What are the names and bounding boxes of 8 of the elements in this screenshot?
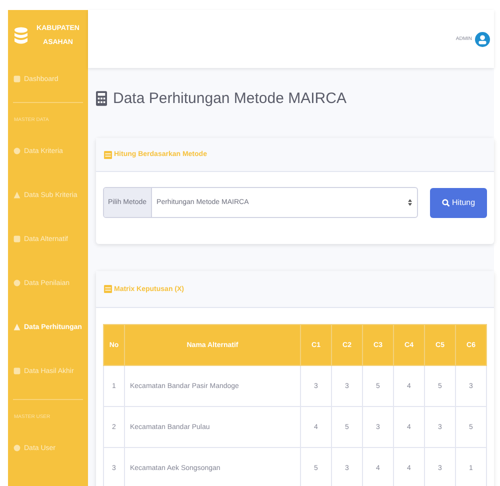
table-icon (104, 285, 112, 293)
calculate-button[interactable]: Hitung (430, 188, 487, 218)
user-avatar-icon[interactable] (475, 32, 490, 46)
table-icon (104, 150, 112, 158)
calculator-icon (96, 90, 107, 106)
page-title: Data Perhitungan Metode MAIRCA (113, 90, 346, 106)
database-icon (14, 27, 28, 45)
search-icon (442, 198, 450, 206)
